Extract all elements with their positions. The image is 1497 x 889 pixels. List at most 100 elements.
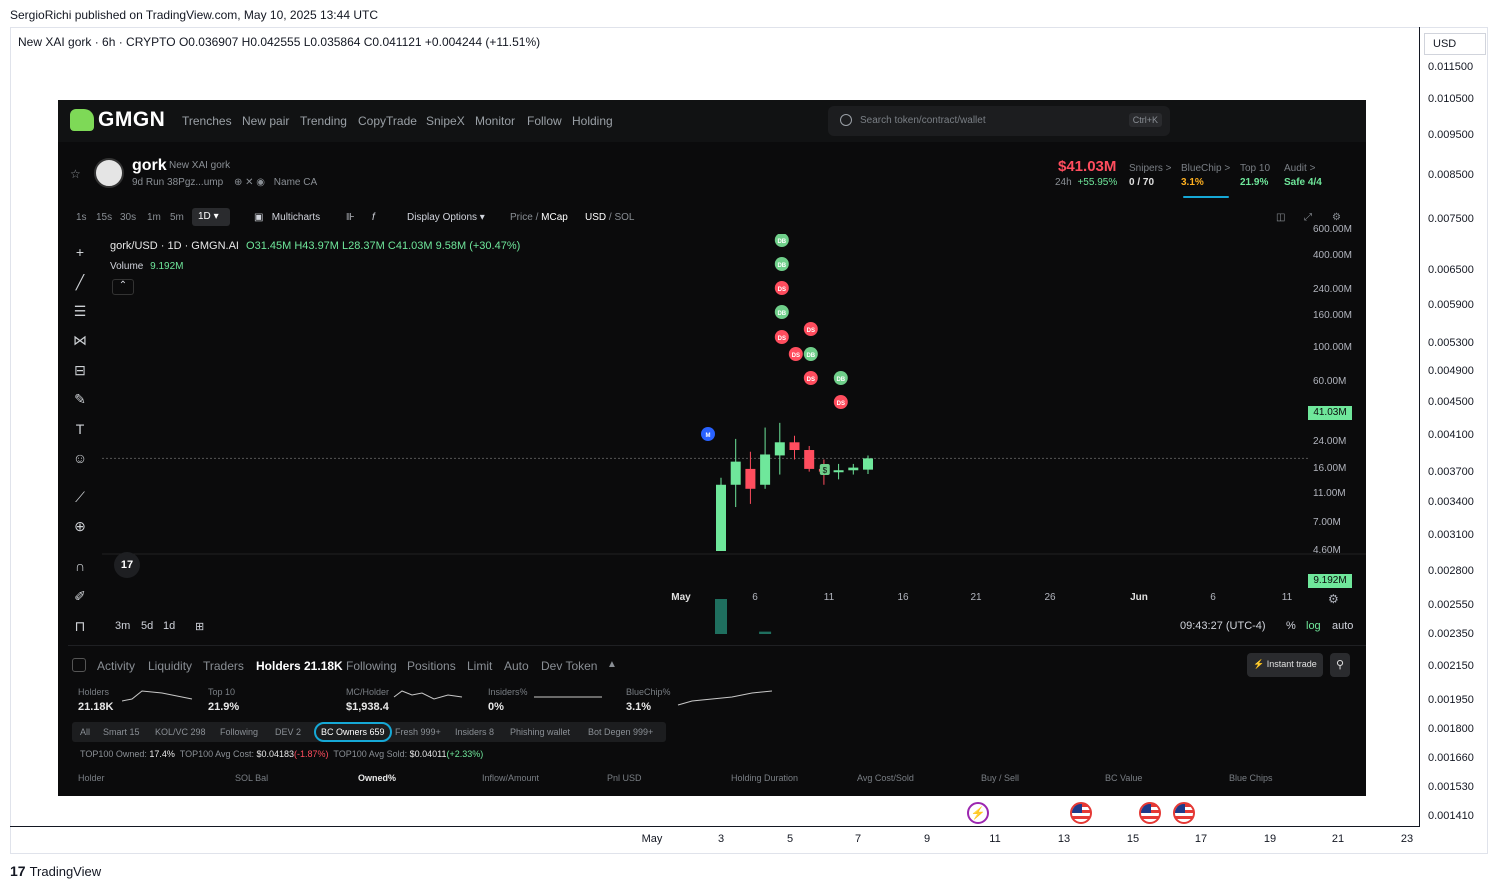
lock-icon[interactable]: ⊓	[70, 618, 90, 636]
filter-chip[interactable]: Phishing wallet	[510, 727, 570, 737]
tab-following[interactable]: Following	[346, 659, 397, 673]
gmgn-screenshot: GMGN Search token/contract/wallet Ctrl+K…	[58, 100, 1366, 796]
zoom-icon[interactable]: ⊕	[70, 518, 90, 536]
fib-icon[interactable]: ☰	[70, 303, 90, 321]
panel-toggle-icon[interactable]	[72, 658, 86, 672]
brush-icon[interactable]: ✎	[70, 391, 90, 409]
nav-item-trenches[interactable]: Trenches	[182, 114, 232, 128]
filter-chip[interactable]: All	[80, 727, 90, 737]
us-flag-event-icon[interactable]	[1070, 802, 1092, 824]
time-tick: 11	[989, 833, 1001, 845]
nav-item-monitor[interactable]: Monitor	[475, 114, 515, 128]
gmgn-logo[interactable]: GMGN	[70, 108, 165, 132]
filter-chip[interactable]: DEV 2	[275, 727, 301, 737]
settings-icon[interactable]: ⚙	[1332, 212, 1341, 223]
tradingview-logo: 17 TradingView	[10, 863, 102, 879]
tab-liquidity[interactable]: Liquidity	[148, 659, 192, 673]
star-icon[interactable]: ☆	[70, 167, 81, 181]
text-icon[interactable]: T	[70, 421, 90, 439]
magnet-icon[interactable]: ∩	[70, 558, 90, 576]
collapse-tabs-icon[interactable]: ▲	[607, 659, 617, 670]
nav-item-new-pair[interactable]: New pair	[242, 114, 289, 128]
nav-item-holding[interactable]: Holding	[572, 114, 613, 128]
timeframe-button[interactable]: 1s	[76, 212, 87, 223]
search-icon	[840, 114, 852, 126]
date-range-icon[interactable]: ⊞	[195, 620, 204, 633]
tab-activity[interactable]: Activity	[97, 659, 135, 673]
social-icons[interactable]: ⊕ ✕ ◉	[234, 177, 265, 188]
column-header[interactable]: BC Value	[1105, 773, 1142, 783]
token-age-address: 9d Run 38Pgz...ump ⊕ ✕ ◉ Name CA	[132, 177, 318, 188]
stat-label[interactable]: Snipers >	[1129, 163, 1172, 174]
multicharts-button[interactable]: ▣ Multicharts	[254, 212, 320, 223]
price-chart[interactable]: DB DB DS DB DS DS DS DB DS DB DS M $	[102, 234, 1366, 634]
settings-shortcut-icon[interactable]: ⚲	[1330, 653, 1350, 677]
timeframe-button[interactable]: 1m	[147, 212, 161, 223]
filter-chip[interactable]: Bot Degen 999+	[588, 727, 653, 737]
us-flag-event-icon[interactable]	[1173, 802, 1195, 824]
column-header[interactable]: Holding Duration	[731, 773, 798, 783]
bc-owners-filter[interactable]: BC Owners 659	[314, 722, 392, 742]
column-header[interactable]: Inflow/Amount	[482, 773, 539, 783]
camera-icon[interactable]: ◫	[1276, 212, 1285, 223]
search-input[interactable]: Search token/contract/wallet Ctrl+K	[828, 106, 1170, 136]
instant-trade-button[interactable]: ⚡ Instant trade	[1247, 653, 1323, 677]
stat-label[interactable]: Top 10	[1240, 163, 1270, 174]
crosshair-icon[interactable]: +	[70, 244, 90, 262]
column-header[interactable]: Avg Cost/Sold	[857, 773, 914, 783]
tab-dev[interactable]: Dev Token	[541, 659, 597, 673]
price-mcap-toggle[interactable]: Price / MCap	[510, 212, 568, 223]
currency-selector[interactable]: USD	[1424, 33, 1486, 55]
nav-item-copytrade[interactable]: CopyTrade	[358, 114, 417, 128]
candle-type-icon[interactable]: ⊪	[346, 212, 355, 223]
axis-settings-icon[interactable]: ⚙	[1328, 592, 1339, 606]
pattern-icon[interactable]: ⋈	[70, 332, 90, 350]
filter-chip[interactable]: KOL/VC 298	[155, 727, 206, 737]
stat-label[interactable]: Audit >	[1284, 163, 1315, 174]
filter-chip[interactable]: Following	[220, 727, 258, 737]
scale-option[interactable]: %	[1286, 620, 1296, 632]
projection-icon[interactable]: ⊟	[70, 362, 90, 380]
stat-label[interactable]: BlueChip >	[1181, 163, 1230, 174]
lock-drawing-icon[interactable]: ✐	[70, 588, 90, 606]
us-flag-event-icon[interactable]	[1139, 802, 1161, 824]
column-header[interactable]: SOL Bal	[235, 773, 268, 783]
time-tick: 23	[1400, 833, 1414, 845]
scale-option[interactable]: log	[1306, 620, 1321, 632]
range-button[interactable]: 3m	[115, 620, 130, 632]
indicators-icon[interactable]: f	[372, 212, 375, 223]
filter-chip[interactable]: Fresh 999+	[395, 727, 441, 737]
ruler-icon[interactable]: ⟋	[70, 489, 90, 507]
price-tick: 0.004900	[1428, 365, 1474, 377]
nav-item-trending[interactable]: Trending	[300, 114, 347, 128]
time-tick: 3	[717, 833, 725, 845]
column-header[interactable]: Owned%	[358, 773, 396, 783]
nav-item-follow[interactable]: Follow	[527, 114, 562, 128]
timeframe-button[interactable]: 5m	[170, 212, 184, 223]
chart-price-tick: 160.00M	[1313, 310, 1352, 321]
column-header[interactable]: Blue Chips	[1229, 773, 1273, 783]
range-button[interactable]: 1d	[163, 620, 175, 632]
timeframe-1d-button[interactable]: 1D ▾	[192, 208, 230, 226]
filter-chip[interactable]: Insiders 8	[455, 727, 494, 737]
tab-auto[interactable]: Auto	[504, 659, 529, 673]
timeframe-button[interactable]: 30s	[120, 212, 136, 223]
column-header[interactable]: Pnl USD	[607, 773, 642, 783]
scale-option[interactable]: auto	[1332, 620, 1353, 632]
range-button[interactable]: 5d	[141, 620, 153, 632]
trendline-icon[interactable]: ╱	[70, 274, 90, 292]
usd-sol-toggle[interactable]: USD / SOL	[585, 212, 634, 223]
tab-holders[interactable]: Holders 21.18K	[256, 659, 343, 673]
display-options-button[interactable]: Display Options ▾	[407, 212, 485, 223]
timeframe-button[interactable]: 15s	[96, 212, 112, 223]
lightning-event-icon[interactable]: ⚡	[967, 802, 989, 824]
filter-chip[interactable]: Smart 15	[103, 727, 140, 737]
tab-limit[interactable]: Limit	[467, 659, 492, 673]
fullscreen-icon[interactable]: ⤢	[1304, 212, 1312, 223]
column-header[interactable]: Holder	[78, 773, 105, 783]
column-header[interactable]: Buy / Sell	[981, 773, 1019, 783]
tab-traders[interactable]: Traders	[203, 659, 244, 673]
tab-positions[interactable]: Positions	[407, 659, 456, 673]
nav-item-snipex[interactable]: SnipeX	[426, 114, 465, 128]
emoji-icon[interactable]: ☺	[70, 450, 90, 468]
